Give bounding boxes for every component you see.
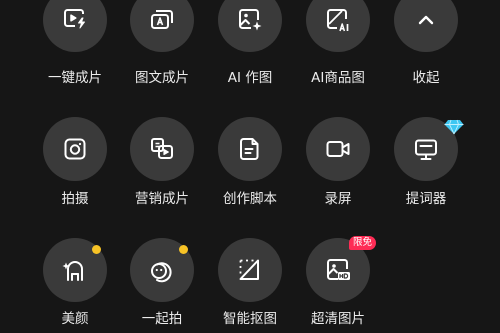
tool-label: 智能抠图	[223, 311, 277, 327]
script-document-icon	[240, 138, 259, 160]
chevron-up-icon	[418, 15, 434, 25]
camera-icon	[64, 138, 86, 160]
tool-image-text-video-button[interactable]	[130, 0, 194, 52]
beauty-face-icon	[62, 261, 83, 281]
tool-beauty[interactable]: 美颜	[35, 238, 115, 333]
tool-label: 录屏	[324, 191, 352, 207]
new-indicator-dot	[179, 245, 188, 254]
tool-shoot[interactable]: 拍摄	[35, 117, 115, 217]
tool-label: 拍摄	[61, 191, 89, 207]
tool-ai-product-image[interactable]: AI商品图	[298, 0, 378, 100]
new-indicator-dot	[92, 245, 101, 254]
tool-collapse[interactable]: 收起	[386, 0, 466, 100]
tool-label: 超清图片	[311, 311, 365, 327]
screen-record-icon	[326, 141, 350, 157]
tool-creative-script-button[interactable]	[218, 117, 282, 181]
tool-label: 美颜	[61, 311, 89, 327]
tool-image-text-video[interactable]: 图文成片	[122, 0, 202, 100]
tool-label: AI 作图	[227, 70, 273, 86]
tool-screen-record[interactable]: 录屏	[298, 117, 378, 217]
tool-label: 创作脚本	[223, 191, 277, 207]
marketing-video-icon	[151, 138, 173, 159]
tool-shoot-together[interactable]: 一起拍	[122, 238, 202, 333]
tool-ai-image-button[interactable]	[218, 0, 282, 52]
hd-image-icon	[327, 259, 350, 280]
tool-label: 图文成片	[135, 70, 189, 86]
ai-image-icon	[239, 9, 262, 31]
smart-cutout-icon	[239, 259, 259, 280]
limited-free-badge: 限免	[349, 236, 377, 250]
tool-label: 一起拍	[141, 311, 183, 327]
tool-creative-script[interactable]: 创作脚本	[210, 117, 290, 217]
tool-label: 一键成片	[48, 70, 102, 86]
image-text-icon	[151, 10, 173, 29]
shoot-together-icon	[151, 262, 172, 283]
tool-one-click-video-button[interactable]	[43, 0, 107, 52]
tool-label: 营销成片	[135, 191, 189, 207]
ai-product-image-icon	[327, 9, 349, 32]
tool-one-click-video[interactable]: 一键成片	[35, 0, 115, 100]
tool-marketing-video-button[interactable]	[130, 117, 194, 181]
collapse-button[interactable]	[394, 0, 458, 52]
tool-grid: 一键成片 图文成片 AI 作图 AI商品图 收起 拍摄 营销成片 创作脚本 录屏…	[0, 0, 500, 333]
video-lightning-icon	[64, 9, 85, 29]
diamond-icon	[444, 119, 464, 135]
tool-teleprompter[interactable]: 提词器	[386, 117, 466, 217]
tool-marketing-video[interactable]: 营销成片	[122, 117, 202, 217]
tool-label: AI商品图	[311, 70, 365, 86]
tool-smart-cutout[interactable]: 智能抠图	[210, 238, 290, 333]
tool-ai-product-image-button[interactable]	[306, 0, 370, 52]
tool-label: 提词器	[405, 191, 447, 207]
teleprompter-icon	[415, 139, 437, 160]
tool-ai-image[interactable]: AI 作图	[210, 0, 290, 100]
tool-shoot-button[interactable]	[43, 117, 107, 181]
tool-label: 收起	[412, 70, 440, 86]
tool-hd-image[interactable]: 限免 超清图片	[298, 236, 378, 333]
tool-smart-cutout-button[interactable]	[218, 238, 282, 302]
tool-screen-record-button[interactable]	[306, 117, 370, 181]
